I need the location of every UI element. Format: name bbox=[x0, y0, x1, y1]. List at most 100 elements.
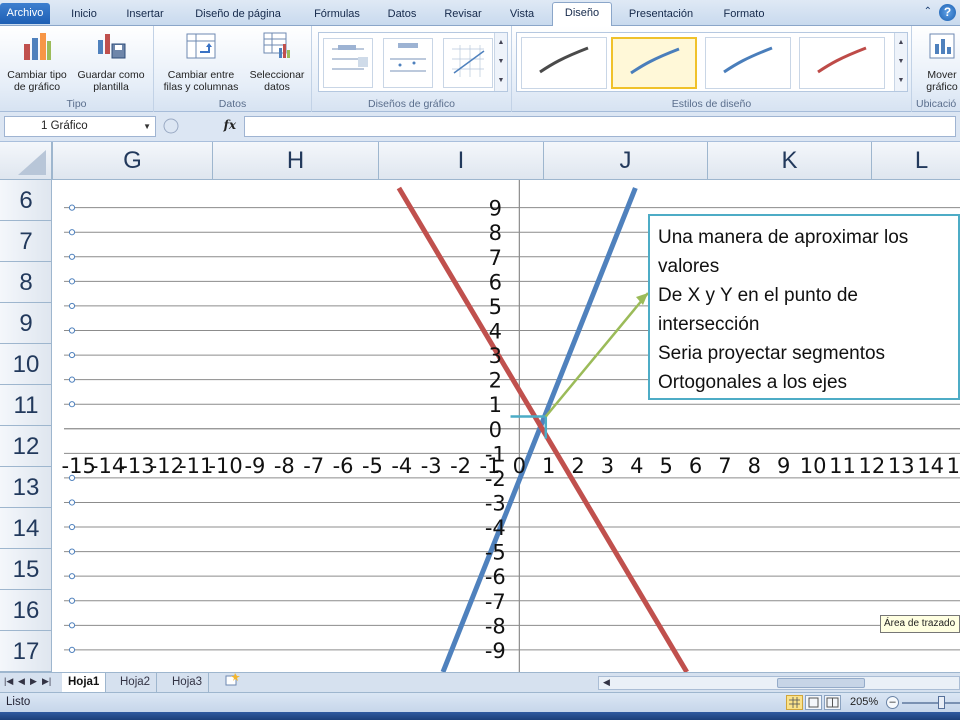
column-header-g[interactable]: G bbox=[52, 142, 212, 180]
save-as-template-button[interactable]: Guardar como plantilla bbox=[74, 30, 148, 93]
name-box[interactable]: 1 Gráfico ▼ bbox=[4, 116, 156, 137]
row-header-13[interactable]: 13 bbox=[0, 467, 52, 508]
next-sheet-icon[interactable]: ▶ bbox=[30, 676, 37, 687]
horizontal-scrollbar[interactable]: ◀ bbox=[598, 676, 960, 690]
sheet-tab-hoja3[interactable]: Hoja3 bbox=[166, 673, 210, 692]
tab-vista[interactable]: Vista bbox=[498, 4, 546, 26]
layouts-scroll[interactable]: ▲ ▼ ▼ bbox=[494, 33, 507, 91]
chart-layout-1[interactable] bbox=[323, 38, 373, 88]
tab-formato[interactable]: Formato bbox=[710, 4, 778, 26]
x-tick-label: 11 bbox=[829, 454, 856, 478]
x-tick-label: 6 bbox=[689, 454, 702, 478]
chart-layouts-gallery: ▲ ▼ ▼ bbox=[318, 32, 508, 92]
row-header-7[interactable]: 7 bbox=[0, 221, 52, 262]
row-header-11[interactable]: 11 bbox=[0, 385, 52, 426]
tab-insertar[interactable]: Insertar bbox=[116, 4, 174, 26]
horizontal-scroll-thumb[interactable] bbox=[777, 678, 865, 688]
ribbon: Cambiar tipo de gráfico Guardar como pla… bbox=[0, 26, 960, 112]
column-header-h[interactable]: H bbox=[212, 142, 378, 180]
move-chart-button[interactable]: Mover gráfico bbox=[914, 30, 960, 93]
column-header-k[interactable]: K bbox=[707, 142, 871, 180]
column-header-l[interactable]: L bbox=[871, 142, 960, 180]
group-label-estilos: Estilos de diseño bbox=[671, 98, 752, 110]
chart-layout-3[interactable] bbox=[443, 38, 493, 88]
row-header-12[interactable]: 12 bbox=[0, 426, 52, 467]
tab-formulas[interactable]: Fórmulas bbox=[302, 4, 372, 26]
tab-diseno[interactable]: Diseño bbox=[552, 2, 612, 27]
tab-presentacion[interactable]: Presentación bbox=[618, 4, 704, 26]
row-header-10[interactable]: 10 bbox=[0, 344, 52, 385]
formula-search-icon[interactable] bbox=[162, 117, 180, 135]
style-3-icon bbox=[723, 46, 773, 74]
scroll-left-icon[interactable]: ◀ bbox=[603, 677, 610, 688]
sheet-tab-hoja2[interactable]: Hoja2 bbox=[114, 673, 158, 692]
last-sheet-icon[interactable]: ▶| bbox=[42, 676, 51, 687]
row-header-15[interactable]: 15 bbox=[0, 549, 52, 590]
group-datos: Cambiar entre filas y columnas Seleccion… bbox=[154, 26, 312, 112]
move-chart-label2: gráfico bbox=[926, 81, 958, 93]
group-disenos: ▲ ▼ ▼ Diseños de gráfico bbox=[312, 26, 512, 112]
x-tick-label: 8 bbox=[748, 454, 761, 478]
y-tick-label: -6 bbox=[485, 565, 506, 589]
chart-style-2[interactable] bbox=[611, 37, 697, 89]
row-header-8[interactable]: 8 bbox=[0, 262, 52, 303]
page-layout-view-button[interactable] bbox=[805, 695, 822, 710]
minimize-ribbon-icon[interactable]: ⌃ bbox=[924, 6, 932, 17]
tab-revisar[interactable]: Revisar bbox=[434, 4, 492, 26]
zoom-level[interactable]: 205% bbox=[850, 696, 878, 708]
y-tick-label: 3 bbox=[489, 344, 502, 368]
chart-style-3[interactable] bbox=[705, 37, 791, 89]
tab-diseno-pagina[interactable]: Diseño de página bbox=[182, 4, 294, 26]
row-header-6[interactable]: 6 bbox=[0, 180, 52, 221]
chart-style-1[interactable] bbox=[521, 37, 607, 89]
gridline-marker bbox=[68, 401, 76, 408]
tab-archivo[interactable]: Archivo bbox=[0, 3, 50, 24]
group-label-disenos: Diseños de gráfico bbox=[368, 98, 455, 110]
styles-more-icon[interactable]: ▼ bbox=[895, 71, 907, 90]
gridline-marker bbox=[68, 327, 76, 334]
styles-scroll-up-icon[interactable]: ▲ bbox=[895, 33, 907, 52]
first-sheet-icon[interactable]: |◀ bbox=[4, 676, 13, 687]
formula-input[interactable] bbox=[244, 116, 956, 137]
zoom-slider[interactable] bbox=[902, 702, 960, 704]
help-icon[interactable]: ? bbox=[939, 4, 956, 21]
chart-layout-2[interactable] bbox=[383, 38, 433, 88]
styles-scroll[interactable]: ▲ ▼ ▼ bbox=[894, 33, 907, 91]
insert-sheet-button[interactable] bbox=[218, 673, 246, 692]
column-header-i[interactable]: I bbox=[378, 142, 543, 180]
page-break-view-button[interactable] bbox=[824, 695, 841, 710]
select-all-corner[interactable] bbox=[0, 142, 52, 180]
name-box-value: 1 Gráfico bbox=[41, 120, 88, 132]
select-data-icon bbox=[263, 32, 290, 58]
y-tick-label: -5 bbox=[485, 541, 506, 565]
more-icon[interactable]: ▼ bbox=[495, 71, 507, 90]
zoom-out-button[interactable]: – bbox=[886, 696, 899, 709]
callout-textbox[interactable]: Una manera de aproximar los valores De X… bbox=[648, 214, 960, 400]
styles-scroll-down-icon[interactable]: ▼ bbox=[895, 52, 907, 71]
change-chart-type-button[interactable]: Cambiar tipo de gráfico bbox=[2, 30, 72, 93]
switch-row-column-button[interactable]: Cambiar entre filas y columnas bbox=[158, 30, 244, 93]
row-header-9[interactable]: 9 bbox=[0, 303, 52, 344]
zoom-slider-thumb[interactable] bbox=[938, 696, 945, 709]
tab-datos[interactable]: Datos bbox=[378, 4, 426, 26]
x-tick-label: 15 bbox=[947, 454, 960, 478]
row-header-17[interactable]: 17 bbox=[0, 631, 52, 672]
name-box-dropdown-icon[interactable]: ▼ bbox=[143, 122, 151, 131]
chart-style-4[interactable] bbox=[799, 37, 885, 89]
row-header-14[interactable]: 14 bbox=[0, 508, 52, 549]
x-tick-label: 14 bbox=[917, 454, 944, 478]
y-tick-label: 0 bbox=[489, 418, 502, 442]
sheet-tab-bar: |◀ ◀ ▶ ▶| Hoja1 Hoja2 Hoja3 ◀ bbox=[0, 672, 960, 692]
insert-function-icon[interactable]: fx bbox=[224, 118, 236, 132]
select-data-button[interactable]: Seleccionar datos bbox=[244, 30, 310, 93]
normal-view-button[interactable] bbox=[786, 695, 803, 710]
scroll-down-icon[interactable]: ▼ bbox=[495, 52, 507, 71]
x-tick-label: 4 bbox=[630, 454, 643, 478]
gridline-marker bbox=[68, 523, 76, 531]
column-header-j[interactable]: J bbox=[543, 142, 707, 180]
prev-sheet-icon[interactable]: ◀ bbox=[18, 676, 25, 687]
row-header-16[interactable]: 16 bbox=[0, 590, 52, 631]
scroll-up-icon[interactable]: ▲ bbox=[495, 33, 507, 52]
sheet-tab-hoja1[interactable]: Hoja1 bbox=[62, 673, 107, 692]
tab-inicio[interactable]: Inicio bbox=[58, 4, 110, 26]
